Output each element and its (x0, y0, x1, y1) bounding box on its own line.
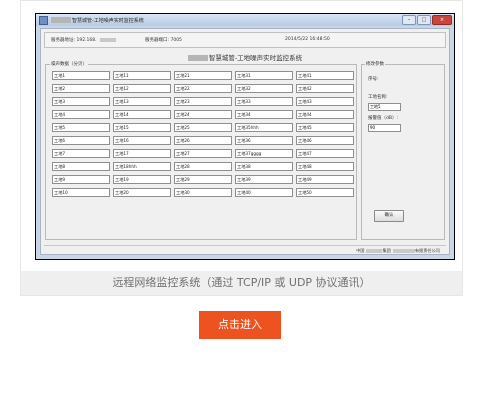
window-titlebar: 智慧城管-工地噪声实时监控系统 – □ × (36, 14, 454, 26)
site-cell: 工地11 (113, 71, 171, 80)
site-cell: 工地16 (113, 136, 171, 145)
threshold-field[interactable]: 90 (368, 124, 401, 132)
server-address-label: 服务器地址: (51, 38, 76, 43)
redacted-text (366, 249, 383, 253)
site-cell: 工地10 (52, 188, 110, 197)
noise-data-group: 噪声数据（分贝） 工地1 工地11 工地21 工地31 工地41 工地2 工地12 工地22 工… (45, 61, 357, 240)
server-port-label: 服务器端口: (145, 38, 170, 43)
site-cell: 工地17 (113, 149, 171, 158)
app-screenshot: 智慧城管-工地噪声实时监控系统 – □ × 服务器地址: 192.168. 服务… (35, 13, 455, 260)
site-cell: 工地19 (113, 175, 171, 184)
server-port-value: 7005 (170, 38, 182, 43)
site-cell: 工地39 (235, 175, 293, 184)
enter-button[interactable]: 点击进入 (199, 311, 281, 339)
site-cell: 工地7 (52, 149, 110, 158)
company-prefix: 中国 (356, 248, 365, 253)
params-group: 修改参数 序号: 工地名称: 工地5 报警值（dB）: 90 确认 (361, 61, 445, 240)
redacted-text (99, 37, 116, 42)
site-cell: 工地3 (52, 97, 110, 106)
app-window: 智慧城管-工地噪声实时监控系统 – □ × 服务器地址: 192.168. 服务… (36, 14, 454, 259)
site-cell: 工地26 (174, 136, 232, 145)
page-title-text: 智慧城管-工地噪声实时监控系统 (208, 54, 303, 62)
site-cell: 工地14 (113, 110, 171, 119)
site-cell: 工地6 (52, 136, 110, 145)
screenshot-caption: 远程网络监控系统（通过 TCP/IP 或 UDP 协议通讯） (21, 271, 462, 295)
site-cell: 工地28 (174, 162, 232, 171)
site-cell: 工地30 (174, 188, 232, 197)
site-cell: 工地40 (235, 188, 293, 197)
site-cell: 工地23 (174, 97, 232, 106)
datetime: 2014/5/22 16:48:50 (285, 37, 330, 42)
site-cell: 工地29 (174, 175, 232, 184)
site-cell: 工地37gggg (235, 149, 293, 158)
site-cell: 工地21 (174, 71, 232, 80)
window-controls: – □ × (402, 15, 452, 25)
threshold-label: 报警值（dB）: (368, 116, 398, 121)
site-cell: 工地1 (52, 71, 110, 80)
seq-label: 序号: (368, 77, 379, 82)
site-cell: 工地44 (296, 110, 354, 119)
site-cell: 工地38 (235, 162, 293, 171)
site-cell: 工地45 (296, 123, 354, 132)
params-legend: 修改参数 (365, 61, 385, 67)
site-cell: 工地46 (296, 136, 354, 145)
site-cell: 工地18hhh (113, 162, 171, 171)
site-cell: 工地33 (235, 97, 293, 106)
server-address-value: 192.168. (76, 38, 97, 43)
site-cell: 工地31 (235, 71, 293, 80)
site-cell: 工地5 (52, 123, 110, 132)
site-cell: 工地48 (296, 162, 354, 171)
company-name: 中国 集团 有限责任公司 (356, 248, 440, 254)
site-cell: 工地34 (235, 110, 293, 119)
redacted-text (392, 249, 415, 253)
site-cell: 工地13 (113, 97, 171, 106)
status-bar: 中国 集团 有限责任公司 (44, 245, 446, 254)
site-cell: 工地36 (235, 136, 293, 145)
site-cell: 工地49 (296, 175, 354, 184)
site-cell: 工地27 (174, 149, 232, 158)
page-title: 智慧城管-工地噪声实时监控系统 (41, 52, 449, 62)
site-cell: 工地41 (296, 71, 354, 80)
noise-data-legend: 噪声数据（分贝） (50, 61, 88, 67)
confirm-button[interactable]: 确认 (374, 210, 404, 222)
window-title: 智慧城管-工地噪声实时监控系统 (72, 17, 144, 24)
app-icon (39, 15, 48, 25)
close-button[interactable]: × (432, 15, 452, 25)
site-cell: 工地4 (52, 110, 110, 119)
redacted-text (187, 55, 208, 61)
site-cell: 工地15 (113, 123, 171, 132)
site-cell: 工地22 (174, 84, 232, 93)
server-port: 服务器端口: 7005 (145, 37, 182, 43)
site-cell: 工地35hhh (235, 123, 293, 132)
window-client-area: 服务器地址: 192.168. 服务器端口: 7005 2014/5/22 16… (40, 28, 450, 255)
site-cell: 工地50 (296, 188, 354, 197)
maximize-button[interactable]: □ (417, 15, 431, 25)
company-suffix: 有限责任公司 (414, 248, 440, 253)
site-cell: 工地47 (296, 149, 354, 158)
site-cell: 工地9 (52, 175, 110, 184)
site-cell: 工地12 (113, 84, 171, 93)
site-cell: 工地32 (235, 84, 293, 93)
site-name-label: 工地名称: (368, 95, 388, 100)
company-mid: 集团 (382, 248, 391, 253)
site-cell: 工地43 (296, 97, 354, 106)
noise-data-grid: 工地1 工地11 工地21 工地31 工地41 工地2 工地12 工地22 工地32 工地42 工地… (52, 71, 354, 197)
redacted-text (51, 17, 71, 23)
site-cell: 工地42 (296, 84, 354, 93)
site-cell: 工地2 (52, 84, 110, 93)
site-cell: 工地25 (174, 123, 232, 132)
site-cell: 工地20 (113, 188, 171, 197)
site-name-field[interactable]: 工地5 (368, 103, 401, 111)
site-cell: 工地24 (174, 110, 232, 119)
site-cell: 工地8 (52, 162, 110, 171)
minimize-button[interactable]: – (402, 15, 416, 25)
connection-info-bar: 服务器地址: 192.168. 服务器端口: 7005 2014/5/22 16… (44, 32, 446, 48)
server-address: 服务器地址: 192.168. (51, 37, 116, 43)
